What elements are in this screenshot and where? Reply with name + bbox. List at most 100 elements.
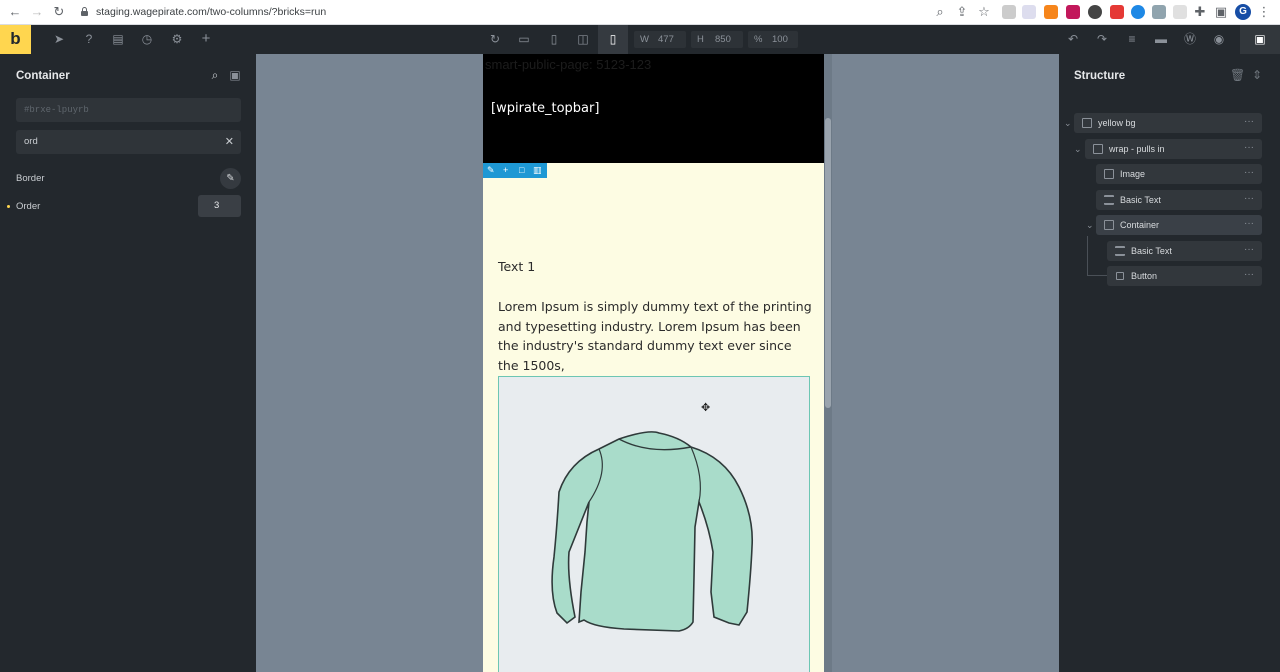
image-element[interactable] (498, 376, 810, 672)
topbar-shortcode: [wpirate_topbar] (491, 101, 600, 116)
address-bar[interactable]: staging.wagepirate.com/two-columns/?bric… (96, 6, 326, 18)
element-toolbar[interactable]: ✎ + □ ▥ (483, 163, 547, 178)
more-options-icon[interactable]: ··· (1244, 215, 1254, 233)
order-input[interactable]: 3 (198, 195, 241, 217)
tablet-breakpoint-icon[interactable]: ▯ (547, 32, 561, 46)
height-input[interactable]: H 850 (691, 31, 743, 48)
delete-icon[interactable]: 🗑 (1230, 68, 1245, 82)
landscape-breakpoint-icon[interactable]: ◫ (576, 32, 590, 46)
save-preset-icon[interactable]: ▣ (228, 68, 242, 82)
extension-icon[interactable] (1173, 5, 1187, 19)
search-icon[interactable]: ⌕ (208, 68, 222, 82)
more-options-icon[interactable]: ··· (1244, 190, 1254, 208)
bricks-logo[interactable]: b (0, 25, 31, 54)
add-element-icon[interactable]: + (199, 31, 213, 46)
sidebar-toggle-icon[interactable]: ▣ (1213, 4, 1229, 20)
more-options-icon[interactable]: ··· (1244, 266, 1254, 284)
modified-indicator (7, 205, 10, 208)
tree-item-container[interactable]: Container ··· (1096, 215, 1262, 235)
more-options-icon[interactable]: ··· (1244, 164, 1254, 182)
topbar-section[interactable]: smart-public-page: 5123-123 [wpirate_top… (483, 54, 824, 163)
more-options-icon[interactable]: ··· (1244, 113, 1254, 131)
reload-icon[interactable]: ↻ (51, 4, 67, 20)
history-icon[interactable]: ◷ (140, 32, 154, 46)
chevron-down-icon[interactable]: ⌄ (1086, 220, 1094, 231)
pages-icon[interactable]: ▤ (111, 32, 125, 46)
canvas-scroll-thumb[interactable] (825, 118, 831, 408)
property-search-input[interactable]: ord ✕ (16, 130, 241, 154)
order-label: Order (16, 201, 41, 212)
more-options-icon[interactable]: ··· (1244, 139, 1254, 157)
forward-icon[interactable]: → (29, 4, 45, 20)
text-heading[interactable]: Text 1 (498, 259, 535, 274)
tree-item-button[interactable]: Button ··· (1107, 266, 1262, 286)
back-icon[interactable]: ← (7, 4, 23, 20)
tree-item-label: Container (1120, 220, 1160, 230)
height-label: H (697, 34, 704, 45)
container-icon (1093, 144, 1103, 154)
height-value: 850 (715, 34, 731, 45)
tree-item-label: Basic Text (1131, 246, 1172, 256)
zoom-percent-input[interactable]: % 100 (748, 31, 798, 48)
extension-icon[interactable] (1002, 5, 1016, 19)
undo-icon[interactable]: ↶ (1066, 32, 1080, 46)
extension-icon[interactable] (1066, 5, 1080, 19)
settings-gear-icon[interactable]: ⚙ (170, 32, 184, 46)
refresh-icon[interactable]: ↻ (488, 32, 502, 46)
panel-title: Container (16, 70, 70, 82)
structure-icon[interactable]: ≡ (1125, 32, 1139, 46)
cursor-icon[interactable]: ➤ (52, 32, 66, 46)
mobile-breakpoint-button[interactable]: ▯ (598, 25, 628, 54)
width-value: 477 (658, 34, 674, 45)
css-id-field[interactable]: #brxe-lpuyrb (16, 98, 241, 122)
chevron-down-icon[interactable]: ⌄ (1064, 118, 1072, 129)
move-cursor-icon: ✥ (701, 402, 711, 414)
lorem-paragraph[interactable]: Lorem Ipsum is simply dummy text of the … (498, 297, 816, 376)
bookmark-star-icon[interactable]: ☆ (976, 4, 992, 20)
profile-avatar[interactable]: G (1235, 4, 1251, 20)
redo-icon[interactable]: ↷ (1095, 32, 1109, 46)
share-icon[interactable]: ⇪ (954, 4, 970, 20)
more-options-icon[interactable]: ··· (1244, 241, 1254, 259)
collapse-icon[interactable]: ⇕ (1250, 68, 1264, 82)
desktop-breakpoint-icon[interactable]: ▭ (517, 32, 531, 46)
help-icon[interactable]: ? (82, 32, 96, 46)
width-input[interactable]: W 477 (634, 31, 686, 48)
clear-search-icon[interactable]: ✕ (225, 130, 234, 154)
save-button[interactable]: ▣ (1240, 25, 1280, 54)
metamask-icon[interactable] (1044, 5, 1058, 19)
extension-icon[interactable] (1152, 5, 1166, 19)
zoom-icon[interactable]: ⌕ (932, 4, 948, 20)
wordpress-icon[interactable]: Ⓦ (1183, 32, 1197, 46)
tree-item-basic-text[interactable]: Basic Text ··· (1096, 190, 1262, 210)
container-icon (1104, 220, 1114, 230)
square-icon[interactable]: □ (519, 164, 524, 177)
preview-frame[interactable]: smart-public-page: 5123-123 [wpirate_top… (483, 54, 824, 672)
tree-item-yellow-bg[interactable]: yellow bg ··· (1074, 113, 1262, 133)
order-value: 3 (214, 200, 220, 211)
search-query: ord (24, 136, 38, 147)
extension-icon[interactable] (1131, 5, 1145, 19)
faded-heading: smart-public-page: 5123-123 (485, 57, 652, 72)
percent-value: 100 (772, 34, 788, 45)
extension-icon[interactable] (1110, 5, 1124, 19)
preview-eye-icon[interactable]: ◉ (1212, 32, 1226, 46)
tree-item-basic-text-nested[interactable]: Basic Text ··· (1107, 241, 1262, 261)
edit-pencil-icon[interactable]: ✎ (487, 164, 495, 177)
columns-icon[interactable]: ▥ (533, 164, 542, 177)
puzzle-icon[interactable]: ✚ (1192, 4, 1208, 20)
tree-item-image[interactable]: Image ··· (1096, 164, 1262, 184)
add-plus-icon[interactable]: + (503, 164, 508, 177)
chevron-down-icon[interactable]: ⌄ (1074, 144, 1082, 155)
container-icon (1082, 118, 1092, 128)
menu-kebab-icon[interactable]: ⋮ (1256, 4, 1272, 20)
structure-title: Structure (1074, 70, 1126, 82)
app-window: ← → ↻ staging.wagepirate.com/two-columns… (0, 0, 1280, 672)
extension-icon[interactable] (1088, 5, 1102, 19)
extension-icon[interactable] (1022, 5, 1036, 19)
templates-folder-icon[interactable]: ▬ (1154, 32, 1168, 46)
element-panel: Container ⌕ ▣ #brxe-lpuyrb ord ✕ Border … (0, 54, 256, 672)
tree-item-wrap[interactable]: wrap - pulls in ··· (1085, 139, 1262, 159)
pencil-icon: ✎ (226, 173, 235, 184)
edit-border-button[interactable]: ✎ (220, 168, 241, 189)
